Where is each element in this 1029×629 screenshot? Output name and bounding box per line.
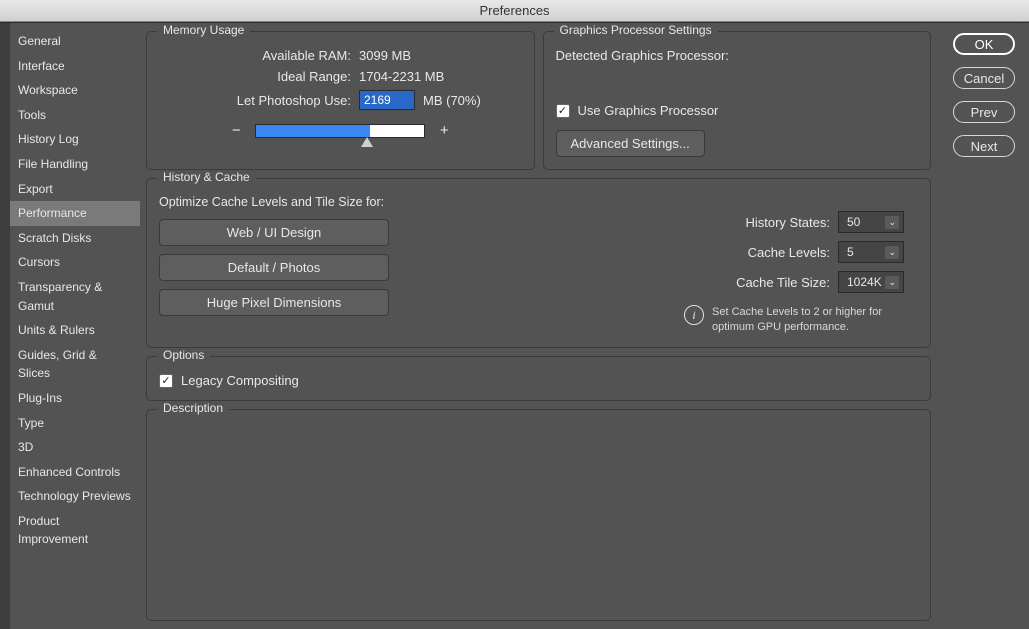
web-ui-design-button[interactable]: Web / UI Design (159, 219, 389, 246)
detected-gpu-label: Detected Graphics Processor: (556, 48, 919, 63)
let-photoshop-use-suffix: MB (70%) (423, 93, 481, 108)
available-ram-value: 3099 MB (359, 48, 411, 63)
cache-tile-size-value: 1024K (847, 275, 882, 289)
sidebar-item-file-handling[interactable]: File Handling (10, 152, 140, 177)
ideal-range-value: 1704-2231 MB (359, 69, 444, 84)
memory-slider-minus[interactable]: − (229, 122, 243, 139)
left-edge-strip (0, 23, 10, 629)
sidebar-item-plug-ins[interactable]: Plug-Ins (10, 386, 140, 411)
sidebar-item-scratch-disks[interactable]: Scratch Disks (10, 226, 140, 251)
window-titlebar: Preferences (0, 0, 1029, 22)
history-cache-group: History & Cache Optimize Cache Levels an… (146, 178, 931, 348)
sidebar-item-3d[interactable]: 3D (10, 435, 140, 460)
next-button[interactable]: Next (953, 135, 1015, 157)
memory-slider-plus[interactable]: + (437, 122, 451, 139)
use-gpu-checkbox-row[interactable]: Use Graphics Processor (556, 103, 919, 118)
info-icon: i (684, 305, 704, 325)
cache-tile-size-select[interactable]: 1024K ⌄ (838, 271, 904, 293)
use-gpu-label: Use Graphics Processor (578, 103, 719, 118)
sidebar-item-cursors[interactable]: Cursors (10, 250, 140, 275)
memory-usage-title: Memory Usage (157, 23, 250, 37)
cache-levels-label: Cache Levels: (748, 245, 830, 260)
default-photos-button[interactable]: Default / Photos (159, 254, 389, 281)
preferences-sidebar: GeneralInterfaceWorkspaceToolsHistory Lo… (10, 23, 140, 629)
memory-slider-thumb[interactable] (361, 137, 373, 147)
memory-usage-group: Memory Usage Available RAM: 3099 MB Idea… (146, 31, 535, 170)
ok-button[interactable]: OK (953, 33, 1015, 55)
sidebar-item-type[interactable]: Type (10, 411, 140, 436)
sidebar-item-export[interactable]: Export (10, 177, 140, 202)
advanced-settings-button[interactable]: Advanced Settings... (556, 130, 705, 157)
sidebar-item-guides-grid-slices[interactable]: Guides, Grid & Slices (10, 343, 140, 386)
use-gpu-checkbox[interactable] (556, 104, 570, 118)
sidebar-item-units-rulers[interactable]: Units & Rulers (10, 318, 140, 343)
let-photoshop-use-input[interactable] (359, 90, 415, 110)
legacy-compositing-checkbox[interactable] (159, 374, 173, 388)
sidebar-item-interface[interactable]: Interface (10, 54, 140, 79)
sidebar-item-transparency-gamut[interactable]: Transparency & Gamut (10, 275, 140, 318)
chevron-down-icon: ⌄ (885, 246, 899, 259)
window-title: Preferences (479, 3, 549, 18)
cancel-button[interactable]: Cancel (953, 67, 1015, 89)
optimize-cache-label: Optimize Cache Levels and Tile Size for: (159, 195, 389, 209)
cache-tile-size-label: Cache Tile Size: (736, 275, 830, 290)
sidebar-item-general[interactable]: General (10, 29, 140, 54)
sidebar-item-tools[interactable]: Tools (10, 103, 140, 128)
history-states-select[interactable]: 50 ⌄ (838, 211, 904, 233)
options-title: Options (157, 348, 210, 362)
gpu-settings-group: Graphics Processor Settings Detected Gra… (543, 31, 932, 170)
sidebar-item-performance[interactable]: Performance (10, 201, 140, 226)
memory-slider[interactable] (255, 124, 425, 138)
legacy-compositing-row[interactable]: Legacy Compositing (159, 373, 918, 388)
sidebar-item-enhanced-controls[interactable]: Enhanced Controls (10, 460, 140, 485)
sidebar-item-history-log[interactable]: History Log (10, 127, 140, 152)
history-states-label: History States: (745, 215, 830, 230)
cache-levels-value: 5 (847, 245, 854, 259)
ideal-range-label: Ideal Range: (159, 69, 359, 84)
legacy-compositing-label: Legacy Compositing (181, 373, 299, 388)
preferences-content: Memory Usage Available RAM: 3099 MB Idea… (140, 23, 939, 629)
cache-levels-select[interactable]: 5 ⌄ (838, 241, 904, 263)
available-ram-label: Available RAM: (159, 48, 359, 63)
dialog-buttons: OK Cancel Prev Next (939, 23, 1029, 629)
sidebar-item-workspace[interactable]: Workspace (10, 78, 140, 103)
gpu-settings-title: Graphics Processor Settings (554, 23, 718, 37)
let-photoshop-use-label: Let Photoshop Use: (159, 93, 359, 108)
options-group: Options Legacy Compositing (146, 356, 931, 401)
history-states-value: 50 (847, 215, 860, 229)
chevron-down-icon: ⌄ (885, 216, 899, 229)
memory-slider-fill (256, 125, 370, 137)
chevron-down-icon: ⌄ (885, 276, 899, 289)
sidebar-item-technology-previews[interactable]: Technology Previews (10, 484, 140, 509)
description-group: Description (146, 409, 931, 621)
description-title: Description (157, 401, 229, 415)
huge-pixel-dimensions-button[interactable]: Huge Pixel Dimensions (159, 289, 389, 316)
prev-button[interactable]: Prev (953, 101, 1015, 123)
cache-hint-text: Set Cache Levels to 2 or higher for opti… (712, 305, 904, 335)
history-cache-title: History & Cache (157, 170, 256, 184)
sidebar-item-product-improvement[interactable]: Product Improvement (10, 509, 140, 552)
